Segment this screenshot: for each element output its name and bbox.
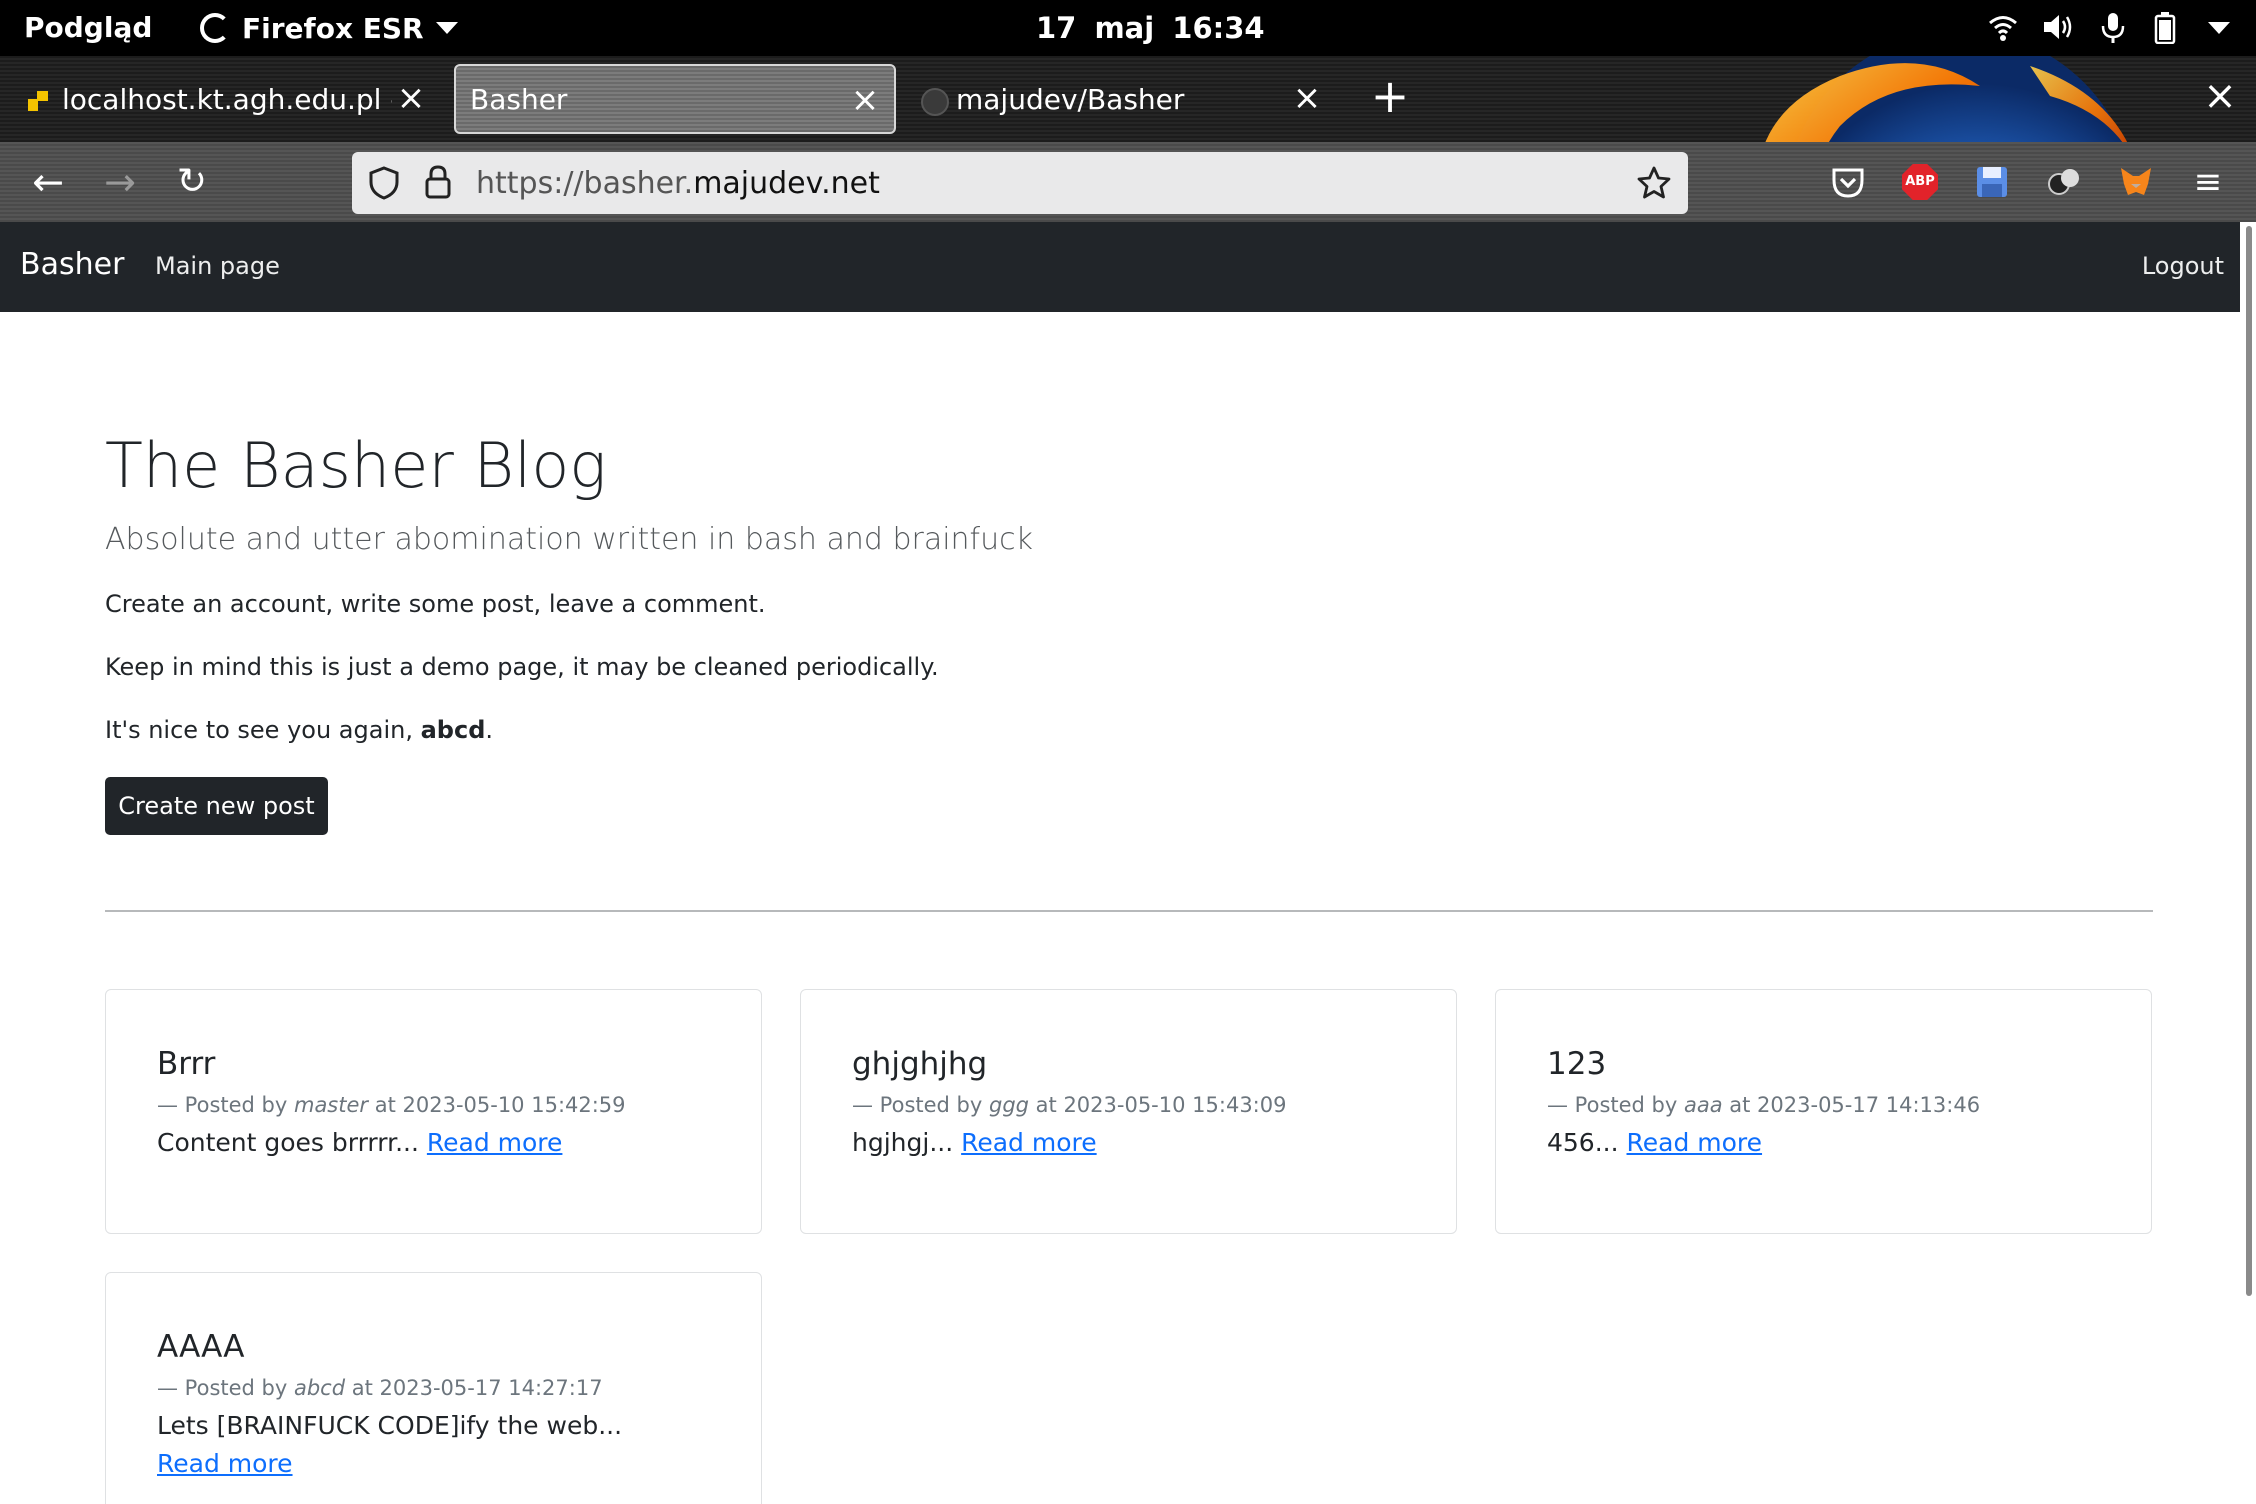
metamask-fox-icon[interactable] [2118,164,2154,200]
floppy-save-icon[interactable] [1974,164,2010,200]
close-tab-icon[interactable]: × [850,83,880,117]
tab-github[interactable]: majudev/Basher × [906,64,1336,134]
post-excerpt: Content goes brrrrr... Read more [157,1128,563,1157]
post-meta: — Posted by aaa at 2023-05-17 14:13:46 [1547,1093,1981,1117]
divider [105,910,2153,912]
post-meta: — Posted by master at 2023-05-10 15:42:5… [157,1093,626,1117]
post-title: AAAA [157,1329,245,1365]
tab-basher[interactable]: Basher × [454,64,896,134]
post-author: ggg [988,1093,1029,1117]
window-close-button[interactable]: × [2200,76,2240,116]
post-title: 123 [1547,1046,1607,1082]
post-author: aaa [1683,1093,1723,1117]
github-icon [920,87,949,116]
page-title: The Basher Blog [105,429,607,502]
pocket-icon[interactable] [1830,164,1866,200]
post-meta: — Posted by abcd at 2023-05-17 14:27:17 [157,1376,603,1400]
read-more-link[interactable]: Read more [961,1128,1097,1157]
post-card: AAAA — Posted by abcd at 2023-05-17 14:2… [105,1272,762,1504]
tab-label: Basher [470,82,568,116]
app-menu[interactable]: Firefox ESR [200,8,458,48]
shield-icon[interactable] [368,166,400,200]
system-tray[interactable] [1956,0,2256,56]
url-bar[interactable]: https://basher.majudev.net [352,152,1688,214]
nav-logout[interactable]: Logout [2142,252,2224,280]
read-more-link[interactable]: Read more [157,1449,293,1478]
post-excerpt: 456... Read more [1547,1128,1763,1157]
battery-icon [2154,12,2176,44]
read-more-link[interactable]: Read more [427,1128,563,1157]
browser-toolbar: ← → ↻ https://basher.majudev.net ABP ≡ [0,142,2256,222]
post-excerpt: hgjhgj... Read more [852,1128,1097,1157]
post-card: Brrr — Posted by master at 2023-05-10 15… [105,989,762,1234]
firefox-icon [200,13,230,43]
intro-text: Create an account, write some post, leav… [105,590,766,618]
post-meta: — Posted by ggg at 2023-05-10 15:43:09 [852,1093,1287,1117]
new-tab-button[interactable]: + [1370,73,1410,120]
reload-button[interactable]: ↻ [170,162,214,202]
activities-button[interactable]: Podgląd [24,11,152,44]
post-card: ghjghjhg — Posted by ggg at 2023-05-10 1… [800,989,1457,1234]
post-author: abcd [293,1376,346,1400]
post-title: ghjghjhg [852,1046,988,1082]
username: abcd [420,716,486,744]
demo-notice: Keep in mind this is just a demo page, i… [105,653,939,681]
tab-strip: localhost.kt.agh.edu.pl - V × Basher × m… [0,56,2256,142]
caret-down-icon [435,22,458,34]
close-tab-icon[interactable]: × [396,81,426,115]
post-title: Brrr [157,1046,216,1082]
system-top-bar: Podgląd Firefox ESR 17 maj 16:34 [0,0,2256,56]
app-name: Firefox ESR [242,11,424,45]
page-subtitle: Absolute and utter abomination written i… [105,522,1033,557]
page-scrollbar[interactable] [2246,226,2252,1296]
tab-label: majudev/Basher [956,82,1185,116]
volume-icon [2044,15,2072,39]
nav-main-page[interactable]: Main page [155,252,280,280]
clock[interactable]: 17 maj 16:34 [1036,11,1265,45]
caret-down-icon [2208,22,2230,34]
bookmark-star-icon[interactable] [1636,165,1672,201]
tab-label: localhost.kt.agh.edu.pl - V [62,82,392,116]
hamburger-menu-icon[interactable]: ≡ [2186,162,2230,202]
create-post-button[interactable]: Create new post [105,777,328,835]
url-text[interactable]: https://basher.majudev.net [476,166,880,201]
post-author: master [293,1093,369,1117]
close-tab-icon[interactable]: × [1292,81,1322,115]
site-brand[interactable]: Basher [20,247,124,282]
post-excerpt: Lets [BRAINFUCK CODE]ify the web... Read… [157,1411,623,1478]
post-card: 123 — Posted by aaa at 2023-05-17 14:13:… [1495,989,2152,1234]
tab-localhost[interactable]: localhost.kt.agh.edu.pl - V × [0,64,440,134]
back-button[interactable]: ← [26,162,70,202]
forward-button[interactable]: → [98,162,142,202]
favicon-icon [26,87,50,111]
read-more-link[interactable]: Read more [1627,1128,1763,1157]
microphone-icon [2101,13,2125,43]
lock-icon[interactable] [424,164,452,200]
site-navbar: Basher Main page Logout [0,222,2240,312]
balls-extension-icon[interactable] [2046,164,2082,200]
greeting: It's nice to see you again, abcd. [105,716,494,744]
wifi-icon [1989,16,2017,41]
adblock-plus-icon[interactable]: ABP [1902,164,1938,200]
